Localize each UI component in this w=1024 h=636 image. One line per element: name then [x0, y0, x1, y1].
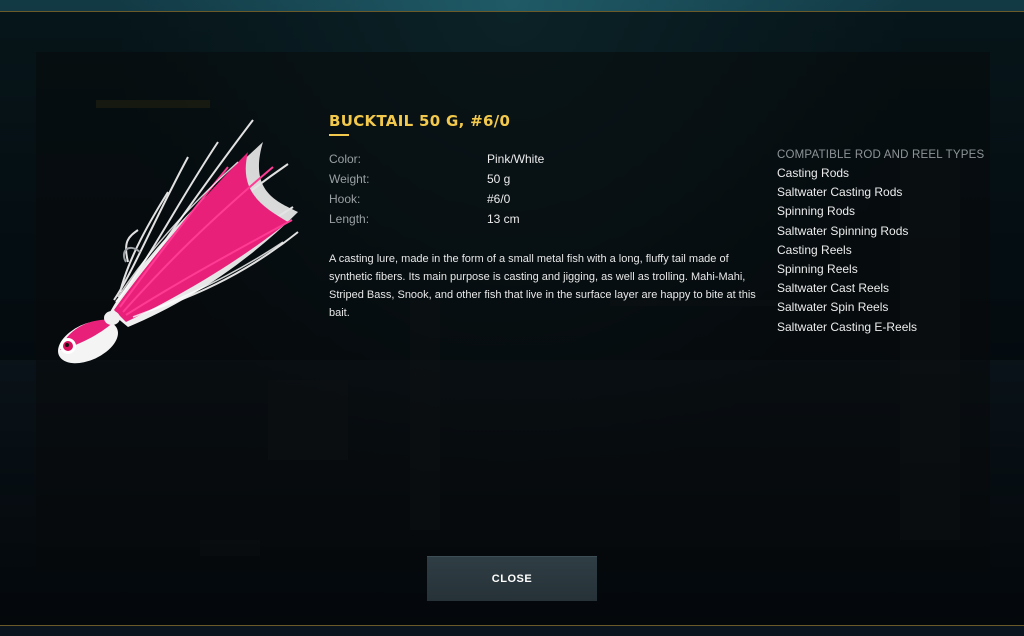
compatible-item: Saltwater Cast Reels	[777, 281, 890, 296]
property-value: Pink/White	[487, 152, 545, 166]
compatible-item: Spinning Rods	[777, 204, 856, 219]
property-color: Color: Pink/White	[329, 150, 609, 170]
bottom-gold-border	[0, 625, 1024, 626]
property-value: 13 cm	[487, 212, 520, 226]
title-underline	[329, 134, 349, 136]
item-title: BUCKTAIL 50 G, #6/0	[329, 112, 511, 130]
property-value: 50 g	[487, 172, 511, 186]
compatible-item: Casting Reels	[777, 242, 852, 257]
property-length: Length: 13 cm	[329, 210, 609, 230]
property-hook: Hook: #6/0	[329, 190, 609, 210]
compatible-item: Spinning Reels	[777, 261, 858, 276]
compatible-item: Saltwater Spin Reels	[777, 300, 889, 315]
property-label: Length:	[329, 212, 370, 226]
property-label: Weight:	[329, 172, 370, 186]
property-label: Hook:	[329, 192, 361, 206]
compatible-item: Saltwater Casting E-Reels	[777, 319, 918, 334]
close-button[interactable]: CLOSE	[427, 556, 597, 601]
compatible-item: Casting Rods	[777, 166, 850, 180]
bucktail-lure-image	[48, 112, 308, 374]
compatible-item: Saltwater Spinning Rods	[777, 223, 909, 238]
property-label: Color:	[329, 152, 362, 166]
property-weight: Weight: 50 g	[329, 170, 609, 190]
compatible-types-list: COMPATIBLE ROD AND REEL TYPES Casting Ro…	[777, 148, 1007, 339]
compatible-heading: COMPATIBLE ROD AND REEL TYPES	[777, 149, 985, 161]
property-value: #6/0	[487, 192, 511, 206]
item-description: A casting lure, made in the form of a sm…	[329, 253, 756, 319]
item-properties: Color: Pink/White Weight: 50 g Hook: #6/…	[329, 150, 609, 230]
compatible-item: Saltwater Casting Rods	[777, 185, 903, 200]
